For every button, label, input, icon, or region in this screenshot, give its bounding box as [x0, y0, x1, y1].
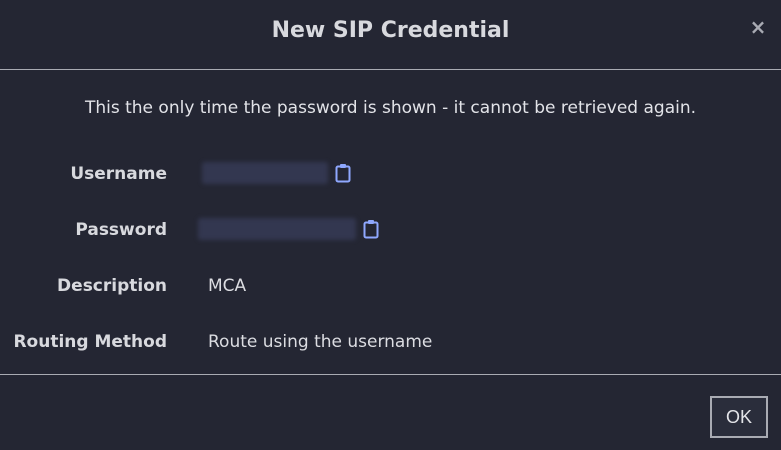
password-notice: This the only time the password is shown… — [84, 98, 697, 118]
new-sip-credential-dialog: New SIP Credential × This the only time … — [0, 0, 781, 450]
clipboard-icon[interactable] — [334, 163, 352, 183]
username-value-redacted — [202, 162, 328, 184]
routing-method-row: Routing Method Route using the username — [0, 328, 781, 356]
password-label: Password — [75, 220, 167, 240]
description-row: Description MCA — [0, 272, 781, 300]
password-value-redacted — [198, 218, 356, 240]
clipboard-icon[interactable] — [362, 219, 380, 239]
username-label: Username — [70, 164, 167, 184]
dialog-footer: OK — [0, 374, 781, 450]
username-row: Username — [0, 160, 781, 188]
dialog-title: New SIP Credential — [271, 18, 510, 43]
description-value: MCA — [208, 276, 247, 296]
routing-method-value: Route using the username — [208, 332, 433, 352]
routing-method-label: Routing Method — [13, 332, 167, 352]
dialog-header: New SIP Credential × — [0, 0, 781, 70]
description-label: Description — [57, 276, 167, 296]
ok-button[interactable]: OK — [710, 396, 768, 438]
close-icon[interactable]: × — [749, 17, 767, 37]
password-row: Password — [0, 216, 781, 244]
